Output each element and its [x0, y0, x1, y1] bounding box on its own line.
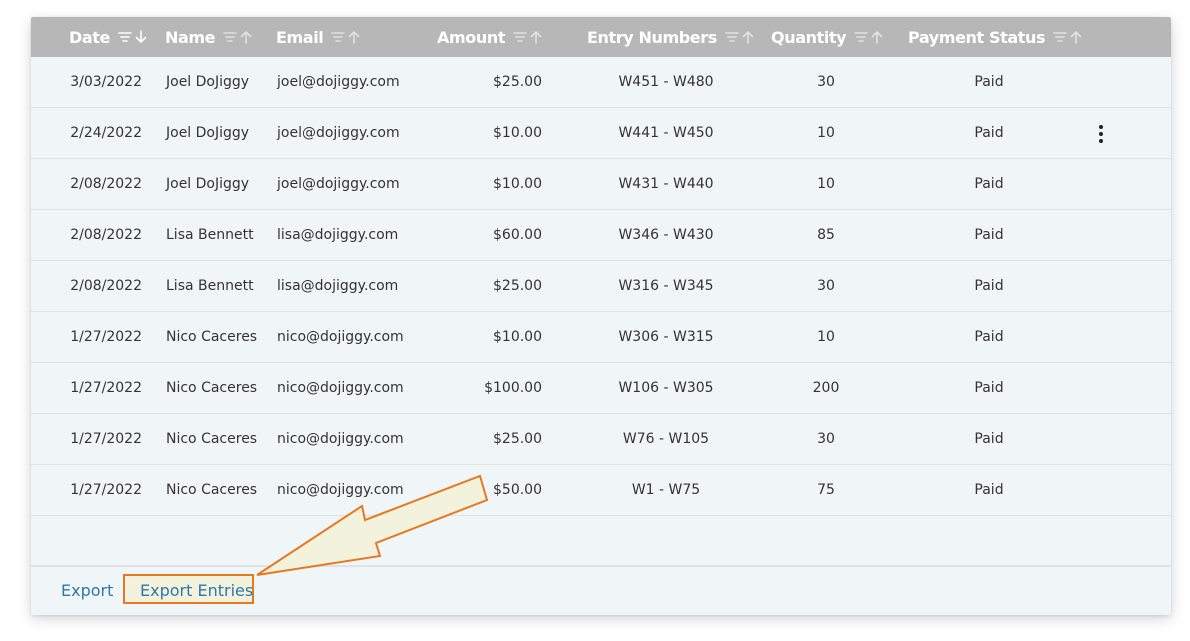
callout-arrow-icon [256, 474, 489, 576]
